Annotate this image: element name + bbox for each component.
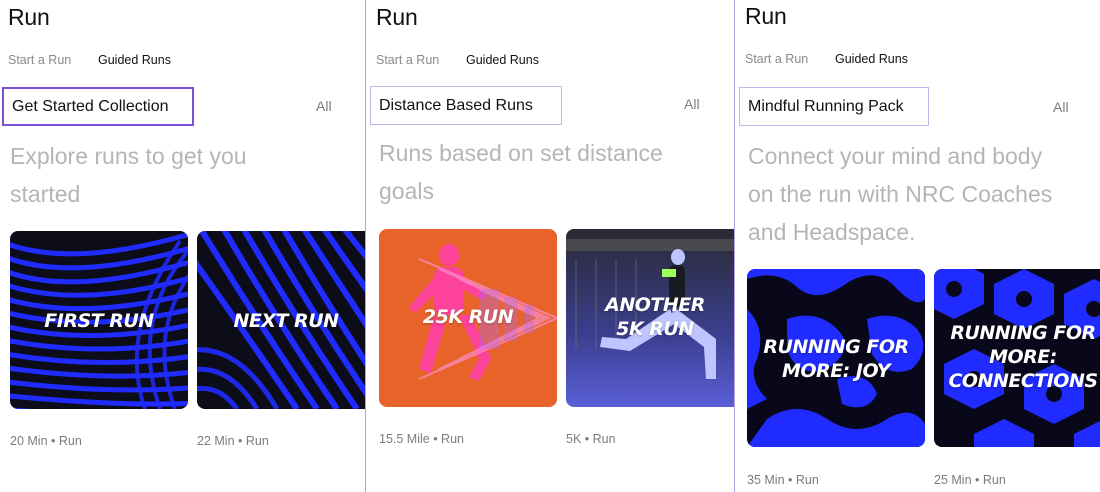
card-title: ANOTHER 5K RUN [605, 294, 705, 340]
card-meta: 22 Min • Run [197, 434, 269, 448]
card-meta: 35 Min • Run [747, 473, 819, 487]
card-meta: 15.5 Mile • Run [379, 432, 464, 446]
tab-start-a-run[interactable]: Start a Run [376, 53, 439, 67]
run-card-another-5k-run[interactable]: ANOTHER 5K RUN [566, 229, 735, 407]
panel-distance-based: Run Start a Run Guided Runs Distance Bas… [366, 0, 735, 492]
run-card-running-for-more-joy[interactable]: RUNNING FOR MORE: JOY [747, 269, 925, 447]
card-title: 25K RUN [422, 306, 514, 328]
card-title: RUNNING FOR MORE: JOY [763, 336, 909, 382]
collection-title: Get Started Collection [12, 97, 169, 115]
page-title: Run [745, 3, 787, 29]
collection-title: Distance Based Runs [379, 96, 533, 114]
tab-guided-runs[interactable]: Guided Runs [466, 53, 539, 67]
description-line: started [10, 181, 81, 207]
screen: Run Start a Run Guided Runs Get Started … [0, 0, 1100, 492]
run-card-25k-run[interactable]: 25K RUN [379, 229, 557, 407]
description-line: Runs based on set distance [379, 140, 663, 166]
page-title: Run [8, 4, 50, 30]
run-card-next-run[interactable]: NEXT RUN [197, 231, 366, 409]
description-line: Connect your mind and body [748, 143, 1043, 169]
run-card-running-for-more-connections[interactable]: RUNNING FOR MORE: CONNECTIONS [934, 269, 1100, 447]
collection-title-button[interactable]: Distance Based Runs [370, 86, 562, 125]
description-line: on the run with NRC Coaches [748, 181, 1053, 207]
page-title: Run [376, 4, 418, 30]
card-meta: 20 Min • Run [10, 434, 82, 448]
collection-title: Mindful Running Pack [748, 97, 904, 115]
card-title: FIRST RUN [44, 310, 154, 332]
description-line: and Headspace. [748, 219, 916, 245]
tab-start-a-run[interactable]: Start a Run [8, 53, 71, 67]
card-title: RUNNING FOR MORE: CONNECTIONS [948, 322, 1098, 392]
description-line: goals [379, 178, 434, 204]
card-meta: 25 Min • Run [934, 473, 1006, 487]
panel-mindful-running: Run Start a Run Guided Runs Mindful Runn… [735, 0, 1100, 492]
all-link[interactable]: All [684, 96, 700, 112]
tab-guided-runs[interactable]: Guided Runs [98, 53, 171, 67]
tab-guided-runs[interactable]: Guided Runs [835, 52, 908, 66]
run-card-first-run[interactable]: FIRST RUN [10, 231, 188, 409]
collection-description: Connect your mind and body on the run wi… [748, 137, 1052, 251]
card-title: NEXT RUN [233, 310, 339, 332]
description-line: Explore runs to get you [10, 143, 247, 169]
collection-title-button[interactable]: Mindful Running Pack [739, 87, 929, 126]
tab-start-a-run[interactable]: Start a Run [745, 52, 808, 66]
panel-divider [365, 0, 366, 492]
collection-description: Explore runs to get you started [10, 137, 247, 213]
all-link[interactable]: All [316, 98, 332, 114]
collection-description: Runs based on set distance goals [379, 134, 663, 210]
card-meta: 5K • Run [566, 432, 616, 446]
panel-divider [734, 0, 735, 492]
panel-get-started: Run Start a Run Guided Runs Get Started … [0, 0, 366, 492]
collection-title-button[interactable]: Get Started Collection [2, 87, 194, 126]
all-link[interactable]: All [1053, 99, 1069, 115]
